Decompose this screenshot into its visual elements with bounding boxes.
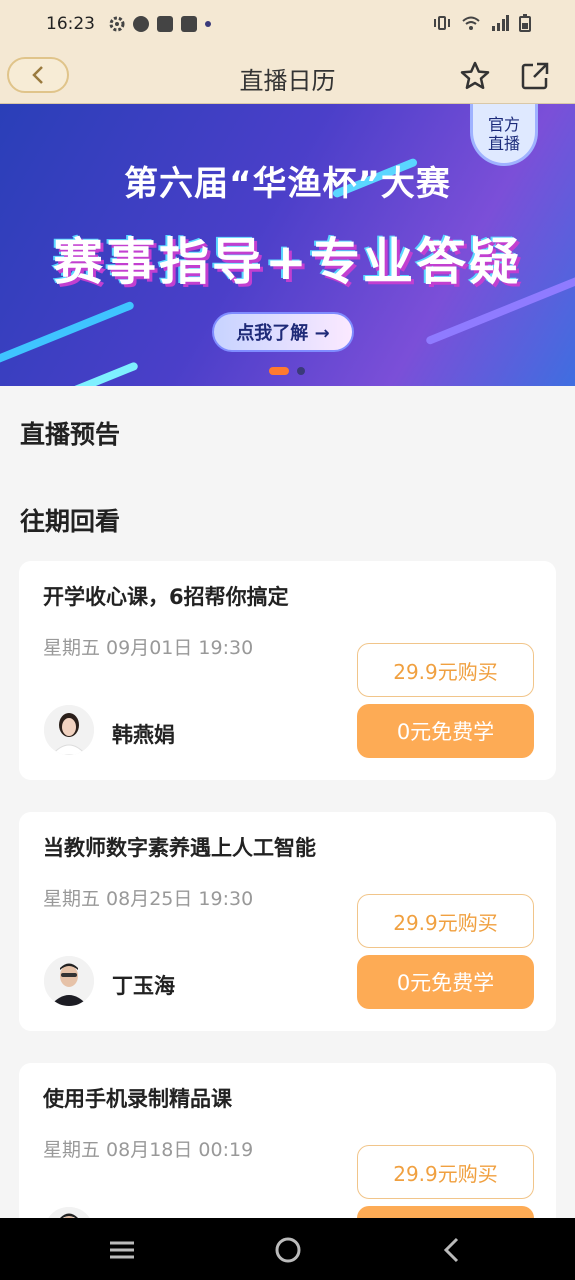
upcoming-section-title: 直播预告 bbox=[20, 420, 121, 449]
status-time: 16:23 bbox=[46, 14, 95, 34]
home-icon[interactable] bbox=[273, 1235, 303, 1265]
banner-stripe bbox=[71, 361, 139, 386]
teacher-name: 丁玉海 bbox=[112, 974, 175, 998]
teacher-name: 韩燕娟 bbox=[112, 723, 175, 747]
bag-icon bbox=[181, 16, 197, 32]
signal-icon bbox=[492, 15, 509, 31]
badge-line1: 官方 bbox=[487, 114, 520, 134]
vibrate-icon bbox=[434, 16, 450, 30]
carousel-dot-active bbox=[269, 367, 289, 375]
course-time: 星期五 08月18日 00:19 bbox=[43, 1139, 254, 1161]
course-title: 开学收心课，6招帮你搞定 bbox=[43, 585, 289, 609]
battery-icon bbox=[519, 14, 531, 32]
menu-icon[interactable] bbox=[107, 1235, 137, 1265]
free-learn-button[interactable]: 0元免费学 bbox=[357, 955, 534, 1009]
banner-learn-more-button[interactable]: 点我了解 → bbox=[212, 312, 354, 352]
carousel-indicator bbox=[269, 367, 305, 375]
course-title: 当教师数字素养遇上人工智能 bbox=[43, 836, 316, 860]
buy-button[interactable]: 29.9元购买 bbox=[357, 894, 534, 948]
banner-headline: 第六届“华渔杯”大赛 bbox=[124, 164, 451, 204]
free-learn-button[interactable]: 0元免费学 bbox=[357, 704, 534, 758]
course-time: 星期五 08月25日 19:30 bbox=[43, 888, 254, 910]
promo-banner[interactable]: 官方 直播 第六届“华渔杯”大赛 赛事指导+专业答疑 点我了解 → bbox=[0, 104, 575, 386]
share-icon[interactable] bbox=[519, 60, 551, 92]
buy-button[interactable]: 29.9元购买 bbox=[357, 1145, 534, 1199]
course-title: 使用手机录制精品课 bbox=[43, 1087, 232, 1111]
course-card[interactable]: 开学收心课，6招帮你搞定 星期五 09月01日 19:30 韩燕娟 29.9元购… bbox=[19, 561, 556, 780]
status-bar: 16:23 bbox=[0, 0, 575, 48]
app-header: 直播日历 bbox=[0, 48, 575, 104]
carousel-dot bbox=[297, 367, 305, 375]
teacher-avatar bbox=[44, 705, 94, 755]
system-nav-bar bbox=[0, 1218, 575, 1280]
gear-icon bbox=[109, 16, 125, 32]
banner-stripe bbox=[0, 300, 135, 376]
bag-icon bbox=[157, 16, 173, 32]
banner-subheadline: 赛事指导+专业答疑 bbox=[53, 233, 522, 291]
buy-button[interactable]: 29.9元购买 bbox=[357, 643, 534, 697]
wifi-icon bbox=[462, 16, 480, 30]
dot-icon bbox=[205, 21, 211, 27]
course-time: 星期五 09月01日 19:30 bbox=[43, 637, 254, 659]
star-icon[interactable] bbox=[459, 60, 491, 92]
app-icon bbox=[133, 16, 149, 32]
course-card[interactable]: 当教师数字素养遇上人工智能 星期五 08月25日 19:30 丁玉海 29.9元… bbox=[19, 812, 556, 1031]
replay-section-title: 往期回看 bbox=[20, 507, 121, 536]
badge-line2: 直播 bbox=[487, 133, 520, 153]
back-nav-icon[interactable] bbox=[437, 1235, 467, 1265]
teacher-avatar bbox=[44, 956, 94, 1006]
